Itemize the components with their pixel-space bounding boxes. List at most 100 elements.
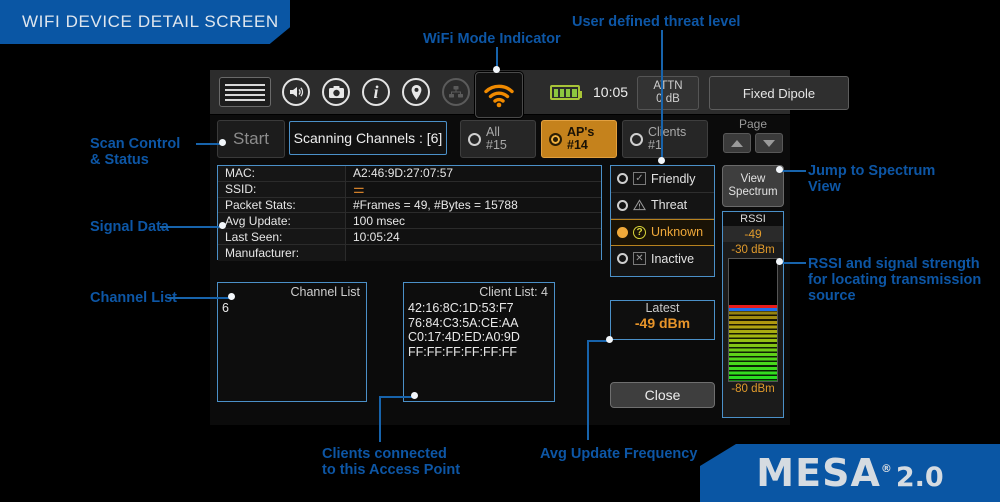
detail-key: MAC: bbox=[218, 166, 346, 181]
rssi-top-scale: -30 dBm bbox=[731, 244, 775, 256]
scanning-status: Scanning Channels : [6] bbox=[289, 121, 447, 155]
chevron-down-icon bbox=[763, 139, 775, 147]
rssi-bottom-scale: -80 dBm bbox=[731, 383, 775, 395]
filter-clients-radio[interactable] bbox=[630, 132, 643, 146]
view-spectrum-line1: View bbox=[740, 173, 766, 185]
threat-option-friendly[interactable]: ✓ Friendly bbox=[611, 166, 714, 193]
leader-line bbox=[168, 297, 230, 299]
start-button[interactable]: Start bbox=[217, 120, 285, 158]
attenuation-button[interactable]: ATTN 0 dB bbox=[637, 76, 699, 110]
filter-aps[interactable]: AP's #14 bbox=[541, 120, 617, 158]
attn-value: 0 dB bbox=[656, 93, 680, 105]
page-controls: Page bbox=[720, 116, 786, 162]
leader-dot bbox=[658, 157, 665, 164]
threat-inactive-label: Inactive bbox=[651, 251, 695, 266]
detail-key: Manufacturer: bbox=[218, 244, 346, 261]
leader-line bbox=[379, 396, 381, 442]
threat-unknown-radio[interactable] bbox=[617, 226, 628, 238]
channel-list-panel[interactable]: Channel List 6 bbox=[217, 282, 367, 402]
check-icon: ✓ bbox=[633, 172, 646, 186]
leader-dot bbox=[606, 336, 613, 343]
antenna-selector[interactable]: Fixed Dipole bbox=[709, 76, 849, 110]
threat-threat-label: Threat bbox=[651, 198, 688, 213]
detail-key: SSID: bbox=[218, 181, 346, 197]
detail-value: A2:46:9D:27:07:57 bbox=[346, 166, 601, 181]
rssi-current-marker bbox=[729, 307, 777, 311]
cross-box-icon: ✕ bbox=[633, 252, 646, 266]
leader-dot bbox=[776, 258, 783, 265]
threat-option-inactive[interactable]: ✕ Inactive bbox=[611, 246, 714, 273]
leader-dot bbox=[411, 392, 418, 399]
info-icon[interactable]: i bbox=[361, 77, 391, 107]
threat-unknown-label: Unknown bbox=[651, 225, 704, 240]
client-list-items: 42:16:8C:1D:53:F7 76:84:C3:5A:CE:AA C0:1… bbox=[408, 301, 520, 359]
table-row: SSID: ⚌ bbox=[218, 181, 601, 198]
annotation-avg-update: Avg Update Frequency bbox=[540, 446, 698, 462]
table-row: Avg Update: 100 msec bbox=[218, 213, 601, 230]
rssi-header: RSSI bbox=[723, 212, 783, 226]
leader-line bbox=[782, 262, 806, 264]
page-down-button[interactable] bbox=[755, 133, 783, 153]
view-spectrum-line2: Spectrum bbox=[728, 186, 778, 198]
filter-all-radio[interactable] bbox=[468, 132, 481, 146]
threat-classification-panel: ✓ Friendly Threat ? Unknown ✕ Inactive bbox=[610, 165, 715, 277]
logo-registered-mark: ® bbox=[880, 462, 893, 475]
leader-dot bbox=[776, 166, 783, 173]
location-pin-icon[interactable] bbox=[401, 77, 431, 107]
wifi-mode-indicator[interactable] bbox=[475, 72, 523, 118]
rssi-fill-bars bbox=[729, 310, 777, 381]
filter-clients[interactable]: Clients #1 bbox=[622, 120, 708, 158]
latest-value: -49 dBm bbox=[634, 315, 691, 331]
table-row: MAC: A2:46:9D:27:07:57 bbox=[218, 166, 601, 182]
rssi-value: -49 bbox=[723, 226, 783, 242]
detail-value: 100 msec bbox=[346, 213, 601, 229]
annotation-wifi-mode: WiFi Mode Indicator bbox=[423, 31, 561, 47]
annotation-clients-connected: Clients connected to this Access Point bbox=[322, 446, 461, 478]
threat-friendly-label: Friendly bbox=[651, 171, 696, 186]
battery-icon bbox=[550, 85, 582, 100]
filter-all-count: #15 bbox=[486, 138, 507, 152]
annotation-rssi-strength: RSSI and signal strength for locating tr… bbox=[808, 256, 982, 304]
filter-all[interactable]: All #15 bbox=[460, 120, 536, 158]
latest-header: Latest bbox=[645, 301, 680, 315]
client-list-header: Client List: 4 bbox=[479, 285, 548, 299]
logo-name: MESA bbox=[756, 451, 881, 495]
detail-key: Last Seen: bbox=[218, 229, 346, 244]
table-row: Manufacturer: bbox=[218, 244, 601, 261]
leader-line bbox=[160, 226, 222, 228]
client-list-panel[interactable]: Client List: 4 42:16:8C:1D:53:F7 76:84:C… bbox=[403, 282, 555, 402]
question-circle-icon: ? bbox=[633, 225, 646, 239]
warning-triangle-icon bbox=[633, 199, 646, 212]
detail-value: ⚌ bbox=[346, 181, 601, 197]
filter-aps-count: #14 bbox=[567, 138, 588, 152]
device-toolbar: i 10:05 ATTN 0 dB Fixed Dipole bbox=[210, 70, 849, 118]
speaker-icon[interactable] bbox=[281, 77, 311, 107]
threat-option-unknown[interactable]: ? Unknown bbox=[611, 219, 714, 246]
filter-aps-radio[interactable] bbox=[549, 132, 562, 146]
hidden-ssid-antenna-icon: ⚌ bbox=[353, 181, 365, 197]
page-up-button[interactable] bbox=[723, 133, 751, 153]
attn-label: ATTN bbox=[653, 80, 683, 92]
threat-inactive-radio[interactable] bbox=[617, 253, 628, 265]
chevron-up-icon bbox=[731, 139, 743, 147]
menu-icon[interactable] bbox=[219, 77, 271, 107]
screenshot-root: WIFI DEVICE DETAIL SCREEN i 10:05 ATTN 0… bbox=[0, 0, 1000, 502]
camera-icon[interactable] bbox=[321, 77, 351, 107]
clock-display: 10:05 bbox=[593, 84, 629, 100]
threat-friendly-radio[interactable] bbox=[617, 173, 628, 185]
detail-key: Packet Stats: bbox=[218, 197, 346, 213]
detail-value bbox=[346, 244, 601, 261]
header-banner-title: WIFI DEVICE DETAIL SCREEN bbox=[22, 12, 279, 31]
threat-threat-radio[interactable] bbox=[617, 199, 628, 211]
view-spectrum-button[interactable]: View Spectrum bbox=[722, 165, 784, 207]
scan-control-row: Start Scanning Channels : [6] All #15 AP'… bbox=[210, 116, 790, 162]
mesa-logo: MESA ® 2.0 bbox=[700, 444, 1000, 502]
leader-line bbox=[379, 396, 414, 398]
latest-reading-panel: Latest -49 dBm bbox=[610, 300, 715, 340]
threat-option-threat[interactable]: Threat bbox=[611, 193, 714, 219]
annotation-jump-spectrum: Jump to Spectrum View bbox=[808, 163, 936, 195]
logo-version: 2.0 bbox=[895, 462, 944, 493]
page-label: Page bbox=[738, 117, 768, 131]
channel-list-header: Channel List bbox=[290, 285, 361, 299]
close-button[interactable]: Close bbox=[610, 382, 715, 408]
